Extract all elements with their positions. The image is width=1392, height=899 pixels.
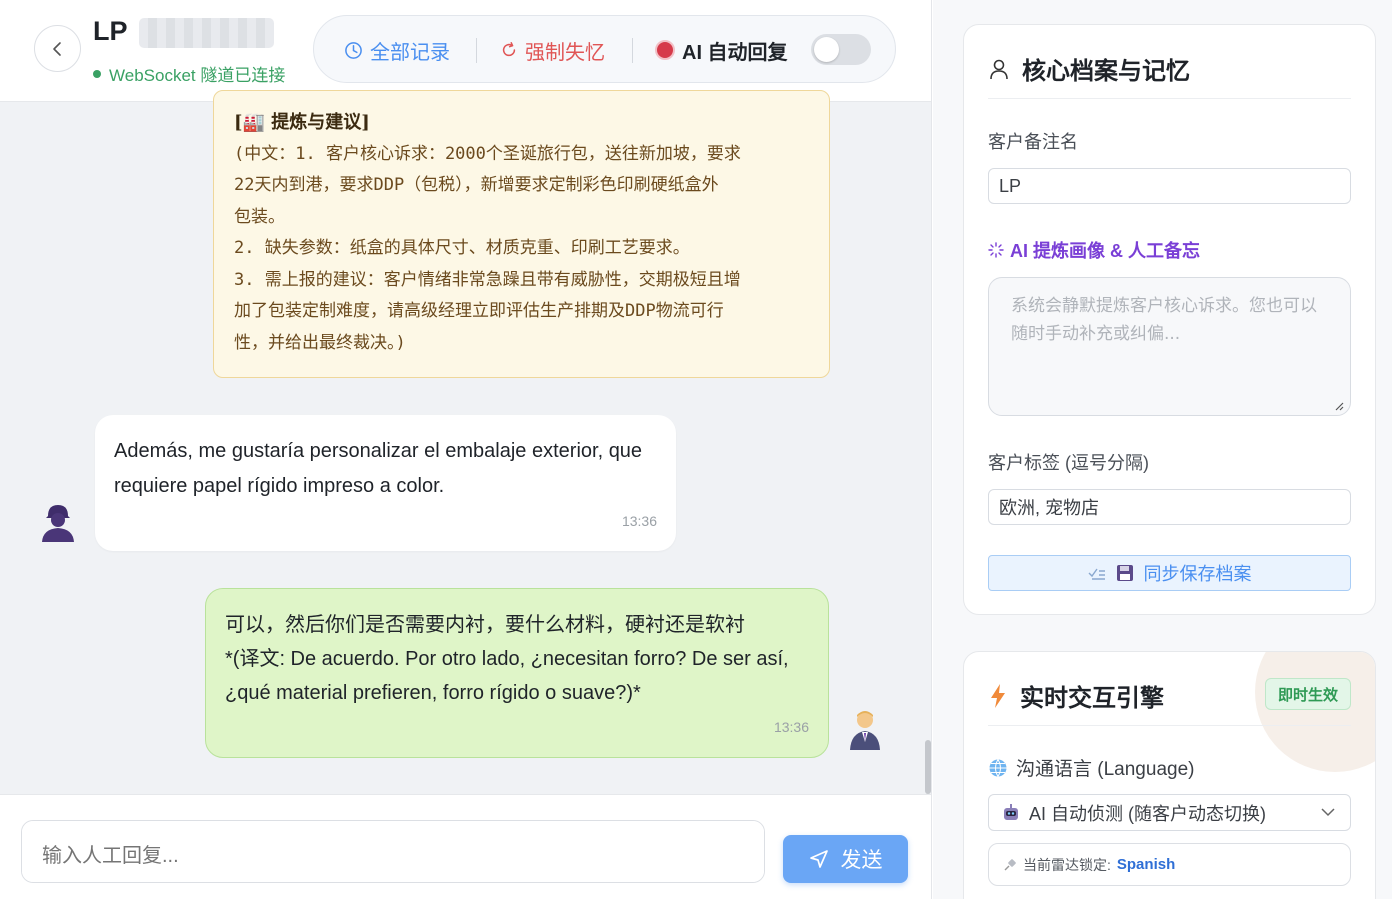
- all-records-button[interactable]: 全部记录: [344, 16, 450, 84]
- note-line: (中文：1. 客户核心诉求：2000个圣诞旅行包，送往新加坡，要求: [234, 143, 741, 164]
- note-line: 加了包装定制难度，请高级经理立即评估生产排期及DDP物流可行: [234, 301, 724, 321]
- profile-title-text: 核心档案与记忆: [1022, 58, 1190, 85]
- status-badge: 即时生效: [1265, 678, 1351, 710]
- chat-pane: LP WebSocket 隧道已连接 全部记录 强制失忆 AI 自动回复 [🏭 …: [0, 0, 932, 899]
- connection-status-text: WebSocket 隧道已连接: [109, 66, 286, 85]
- customer-avatar-icon: [42, 505, 74, 542]
- ai-analysis-note: [🏭 提炼与建议] (中文：1. 客户核心诉求：2000个圣诞旅行包，送往新加坡…: [213, 90, 830, 378]
- language-label: 沟通语言 (Language): [988, 754, 1194, 781]
- redacted-name: [139, 18, 274, 48]
- check-list-icon: [1088, 568, 1105, 580]
- lightning-icon: [991, 683, 1005, 708]
- send-icon: [809, 850, 828, 868]
- composer: 发送: [0, 794, 931, 899]
- memo-textarea[interactable]: 系统会静默提炼客户核心诉求。您也可以随时手动补充或纠偏...: [988, 277, 1351, 416]
- save-profile-label: 同步保存档案: [1143, 564, 1252, 584]
- radar-lock-status: 当前雷达锁定: Spanish: [988, 843, 1351, 886]
- note-line: 包装。: [234, 206, 285, 227]
- send-button[interactable]: 发送: [783, 835, 908, 883]
- chat-scrollbar[interactable]: [925, 740, 931, 794]
- robot-icon: [1004, 803, 1018, 820]
- message-text-line: 可以，然后你们是否需要内衬，要什么材料，硬衬还是软衬: [225, 614, 745, 636]
- note-line: 2. 缺失参数：纸盒的具体尺寸、材质克重、印刷工艺要求。: [234, 238, 690, 258]
- toolbar-divider: [632, 38, 633, 63]
- stop-sign-icon: [655, 40, 675, 60]
- message-text: Además, me gustaría personalizar el emba…: [114, 440, 643, 497]
- connection-status: WebSocket 隧道已连接: [93, 61, 285, 86]
- language-selected: AI 自动侦测 (随客户动态切换): [1029, 803, 1266, 824]
- language-select[interactable]: AI 自动侦测 (随客户动态切换): [988, 794, 1351, 831]
- sparkle-icon: [988, 242, 1004, 258]
- toggle-knob: [814, 37, 839, 62]
- chat-header: LP WebSocket 隧道已连接 全部记录 强制失忆 AI 自动回复: [0, 0, 931, 102]
- message-text: 可以，然后你们是否需要内衬，要什么材料，硬衬还是软衬 *(译文: De acue…: [225, 608, 809, 710]
- engine-card: 实时交互引擎 即时生效 沟通语言 (Language) AI 自动侦测 (随客户…: [963, 651, 1376, 899]
- satellite-icon: [1004, 858, 1016, 870]
- message-time: 13:36: [773, 719, 809, 735]
- resize-grip-icon[interactable]: [1334, 401, 1344, 411]
- note-line: 3. 需上报的建议：客户情绪非常急躁且带有威胁性，交期极短且增: [234, 269, 741, 290]
- message-translation: *(译文: De acuerdo. Por otro lado, ¿necesi…: [225, 648, 789, 704]
- globe-icon: [989, 758, 1007, 777]
- remark-input[interactable]: [988, 168, 1351, 204]
- profile-card-title: 核心档案与记忆: [988, 51, 1190, 86]
- floppy-disk-icon: [1116, 565, 1133, 581]
- clock-icon: [345, 41, 362, 59]
- incoming-message: Además, me gustaría personalizar el emba…: [95, 415, 676, 551]
- language-label-text: 沟通语言 (Language): [1016, 759, 1195, 780]
- chat-toolbar: 全部记录 强制失忆 AI 自动回复: [313, 15, 896, 83]
- auto-reply-control: AI 自动回复: [655, 16, 788, 84]
- back-button[interactable]: [34, 25, 81, 72]
- save-profile-button[interactable]: 同步保存档案: [988, 555, 1351, 591]
- user-icon: [990, 59, 1008, 79]
- note-title: [🏭 提炼与建议]: [234, 112, 370, 133]
- outgoing-message: 可以，然后你们是否需要内衬，要什么材料，硬衬还是软衬 *(译文: De acue…: [205, 588, 829, 758]
- all-records-label: 全部记录: [370, 41, 450, 64]
- tags-input[interactable]: [988, 489, 1351, 525]
- decorative-circle: [1255, 652, 1375, 772]
- message-time: 13:36: [621, 513, 657, 529]
- radar-lock-language: Spanish: [1116, 856, 1176, 873]
- memo-placeholder: 系统会静默提炼客户核心诉求。您也可以随时手动补充或纠偏...: [1011, 296, 1317, 344]
- toolbar-divider: [476, 38, 477, 63]
- divider: [988, 725, 1351, 726]
- divider: [988, 98, 1351, 99]
- refresh-icon: [502, 42, 516, 57]
- auto-reply-label: AI 自动回复: [682, 41, 788, 64]
- force-forget-label: 强制失忆: [525, 41, 605, 64]
- status-dot-icon: [93, 69, 101, 78]
- auto-reply-toggle[interactable]: [811, 34, 871, 65]
- note-line: 性，并给出最终裁决。): [234, 332, 406, 353]
- force-forget-button[interactable]: 强制失忆: [500, 16, 605, 84]
- send-label: 发送: [840, 849, 883, 872]
- agent-avatar-icon: [850, 711, 880, 750]
- reply-input[interactable]: [21, 820, 765, 883]
- engine-card-title: 实时交互引擎: [988, 678, 1164, 713]
- ai-memo-label-text: AI 提炼画像 & 人工备忘: [1010, 241, 1201, 261]
- note-line: 22天内到港，要求DDP（包税），新增要求定制彩色印刷硬纸盒外: [234, 175, 719, 195]
- right-panel: 核心档案与记忆 客户备注名 AI 提炼画像 & 人工备忘 系统会静默提炼客户核心…: [933, 0, 1392, 899]
- tags-label: 客户标签 (逗号分隔): [988, 453, 1149, 473]
- contact-name: LP: [93, 16, 128, 46]
- chevron-left-icon: [52, 41, 61, 56]
- radar-lock-prefix: 当前雷达锁定:: [1023, 856, 1111, 873]
- remark-label: 客户备注名: [988, 132, 1078, 152]
- chevron-down-icon: [1321, 808, 1335, 817]
- ai-memo-label: AI 提炼画像 & 人工备忘: [988, 237, 1200, 263]
- profile-card: 核心档案与记忆 客户备注名 AI 提炼画像 & 人工备忘 系统会静默提炼客户核心…: [963, 24, 1376, 615]
- engine-title-text: 实时交互引擎: [1020, 685, 1164, 712]
